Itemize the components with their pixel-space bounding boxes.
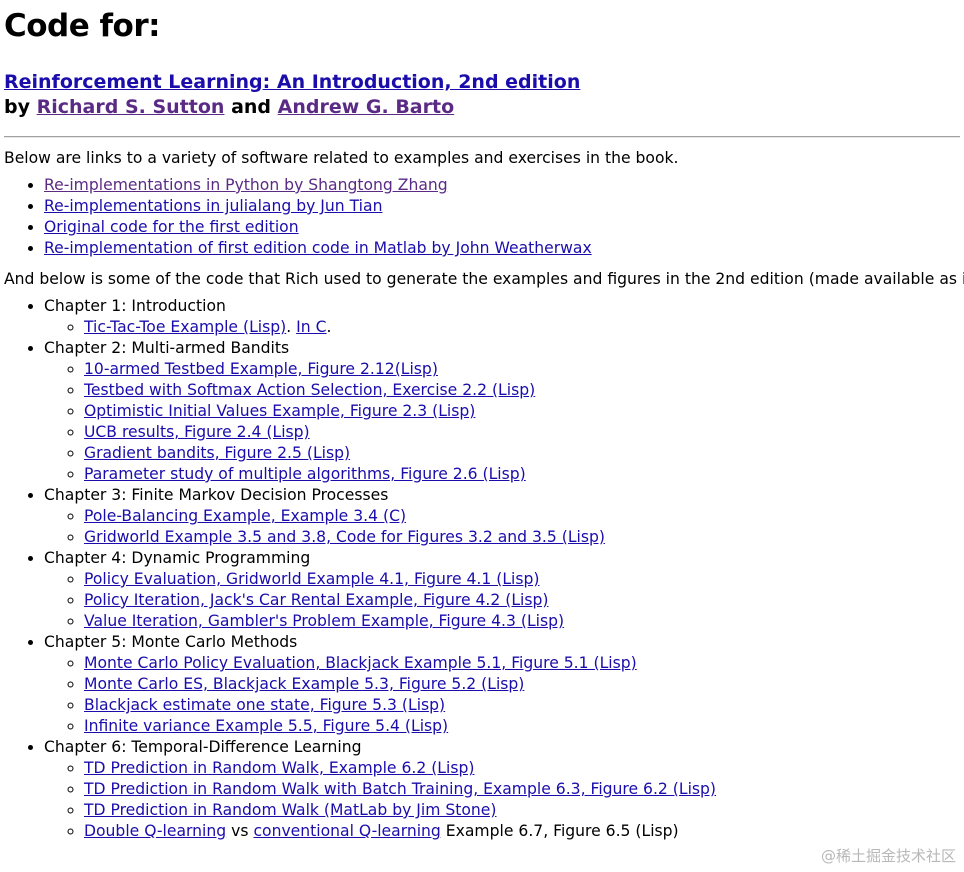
list-item: Gradient bandits, Figure 2.5 (Lisp) — [84, 443, 960, 464]
intro2-text: And below is some of the code that Rich … — [4, 270, 964, 288]
list-item: Pole-Balancing Example, Example 3.4 (C) — [84, 506, 960, 527]
page: Code for: Reinforcement Learning: An Int… — [4, 0, 964, 842]
list-item: Policy Evaluation, Gridworld Example 4.1… — [84, 569, 960, 590]
chapter-title: Chapter 6: Temporal-Difference Learning — [44, 738, 362, 756]
list-item: Optimistic Initial Values Example, Figur… — [84, 401, 960, 422]
and-text: and — [231, 96, 272, 118]
code-link[interactable]: Testbed with Softmax Action Selection, E… — [84, 381, 535, 399]
list-item: Double Q-learning vs conventional Q-lear… — [84, 821, 960, 842]
watermark: @稀土掘金技术社区 — [820, 847, 956, 865]
by-text: by — [4, 96, 30, 118]
code-link[interactable]: Tic-Tac-Toe Example (Lisp) — [84, 318, 286, 336]
code-link[interactable]: UCB results, Figure 2.4 (Lisp) — [84, 423, 310, 441]
matlab-reimplementation-link[interactable]: Re-implementation of first edition code … — [44, 239, 592, 257]
chapter-1-items: Tic-Tac-Toe Example (Lisp). In C. — [44, 317, 960, 338]
list-item: Value Iteration, Gambler's Problem Examp… — [84, 611, 960, 632]
code-link[interactable]: Gradient bandits, Figure 2.5 (Lisp) — [84, 444, 350, 462]
separator-text: vs — [226, 822, 254, 840]
author-sutton-link[interactable]: Richard S. Sutton — [37, 96, 225, 118]
chapter-4: Chapter 4: Dynamic Programming Policy Ev… — [44, 548, 960, 632]
code-link[interactable]: Gridworld Example 3.5 and 3.8, Code for … — [84, 528, 605, 546]
intro-text: Below are links to a variety of software… — [4, 149, 679, 167]
divider — [4, 136, 960, 138]
code-link[interactable]: Optimistic Initial Values Example, Figur… — [84, 402, 475, 420]
chapter-2-items: 10-armed Testbed Example, Figure 2.12(Li… — [44, 359, 960, 485]
chapter-title: Chapter 3: Finite Markov Decision Proces… — [44, 486, 389, 504]
list-item: Infinite variance Example 5.5, Figure 5.… — [84, 716, 960, 737]
chapter-4-items: Policy Evaluation, Gridworld Example 4.1… — [44, 569, 960, 632]
code-link[interactable]: TD Prediction in Random Walk, Example 6.… — [84, 759, 474, 777]
tail-text: . — [326, 318, 332, 336]
chapter-6-items: TD Prediction in Random Walk, Example 6.… — [44, 758, 960, 842]
code-link[interactable]: 10-armed Testbed Example, Figure 2.12(Li… — [84, 360, 438, 378]
list-item: Tic-Tac-Toe Example (Lisp). In C. — [84, 317, 960, 338]
list-item: TD Prediction in Random Walk, Example 6.… — [84, 758, 960, 779]
python-reimplementation-link[interactable]: Re-implementations in Python by Shangton… — [44, 176, 448, 194]
software-links-list: Re-implementations in Python by Shangton… — [4, 175, 960, 259]
list-item: Blackjack estimate one state, Figure 5.3… — [84, 695, 960, 716]
book-heading: Reinforcement Learning: An Introduction,… — [4, 70, 960, 120]
code-link-c[interactable]: In C — [296, 318, 326, 336]
list-item: TD Prediction in Random Walk (MatLab by … — [84, 800, 960, 821]
list-item: 10-armed Testbed Example, Figure 2.12(Li… — [84, 359, 960, 380]
list-item: Gridworld Example 3.5 and 3.8, Code for … — [84, 527, 960, 548]
book-title-link[interactable]: Reinforcement Learning: An Introduction,… — [4, 71, 580, 93]
chapter-2: Chapter 2: Multi-armed Bandits 10-armed … — [44, 338, 960, 485]
list-item: TD Prediction in Random Walk with Batch … — [84, 779, 960, 800]
list-item: Original code for the first edition — [44, 217, 960, 238]
code-link[interactable]: Pole-Balancing Example, Example 3.4 (C) — [84, 507, 406, 525]
list-item: Parameter study of multiple algorithms, … — [84, 464, 960, 485]
list-item: Testbed with Softmax Action Selection, E… — [84, 380, 960, 401]
list-item: Monte Carlo ES, Blackjack Example 5.3, F… — [84, 674, 960, 695]
code-link[interactable]: TD Prediction in Random Walk with Batch … — [84, 780, 716, 798]
chapter-3: Chapter 3: Finite Markov Decision Proces… — [44, 485, 960, 548]
author-barto-link[interactable]: Andrew G. Barto — [278, 96, 455, 118]
first-edition-code-link[interactable]: Original code for the first edition — [44, 218, 299, 236]
code-link[interactable]: Policy Evaluation, Gridworld Example 4.1… — [84, 570, 539, 588]
list-item: Re-implementations in julialang by Jun T… — [44, 196, 960, 217]
code-link[interactable]: Blackjack estimate one state, Figure 5.3… — [84, 696, 445, 714]
list-item: Monte Carlo Policy Evaluation, Blackjack… — [84, 653, 960, 674]
list-item: Re-implementation of first edition code … — [44, 238, 960, 259]
tail-text: Example 6.7, Figure 6.5 (Lisp) — [440, 822, 679, 840]
code-link[interactable]: Monte Carlo ES, Blackjack Example 5.3, F… — [84, 675, 524, 693]
chapter-3-items: Pole-Balancing Example, Example 3.4 (C) … — [44, 506, 960, 548]
code-link[interactable]: Value Iteration, Gambler's Problem Examp… — [84, 612, 564, 630]
chapter-5-items: Monte Carlo Policy Evaluation, Blackjack… — [44, 653, 960, 737]
code-link[interactable]: Parameter study of multiple algorithms, … — [84, 465, 526, 483]
page-title: Code for: — [4, 8, 161, 44]
chapter-title: Chapter 1: Introduction — [44, 297, 226, 315]
code-link[interactable]: Monte Carlo Policy Evaluation, Blackjack… — [84, 654, 637, 672]
list-item: UCB results, Figure 2.4 (Lisp) — [84, 422, 960, 443]
chapter-title: Chapter 4: Dynamic Programming — [44, 549, 311, 567]
separator-text: . — [286, 318, 297, 336]
double-q-learning-link[interactable]: Double Q-learning — [84, 822, 226, 840]
list-item: Re-implementations in Python by Shangton… — [44, 175, 960, 196]
code-link[interactable]: Infinite variance Example 5.5, Figure 5.… — [84, 717, 448, 735]
chapter-1: Chapter 1: Introduction Tic-Tac-Toe Exam… — [44, 296, 960, 338]
code-link[interactable]: Policy Iteration, Jack's Car Rental Exam… — [84, 591, 548, 609]
list-item: Policy Iteration, Jack's Car Rental Exam… — [84, 590, 960, 611]
chapter-title: Chapter 2: Multi-armed Bandits — [44, 339, 290, 357]
julia-reimplementation-link[interactable]: Re-implementations in julialang by Jun T… — [44, 197, 382, 215]
chapter-list: Chapter 1: Introduction Tic-Tac-Toe Exam… — [4, 296, 960, 842]
chapter-6: Chapter 6: Temporal-Difference Learning … — [44, 737, 960, 842]
chapter-5: Chapter 5: Monte Carlo Methods Monte Car… — [44, 632, 960, 737]
code-link[interactable]: TD Prediction in Random Walk (MatLab by … — [84, 801, 496, 819]
chapter-title: Chapter 5: Monte Carlo Methods — [44, 633, 298, 651]
conventional-q-learning-link[interactable]: conventional Q-learning — [253, 822, 440, 840]
